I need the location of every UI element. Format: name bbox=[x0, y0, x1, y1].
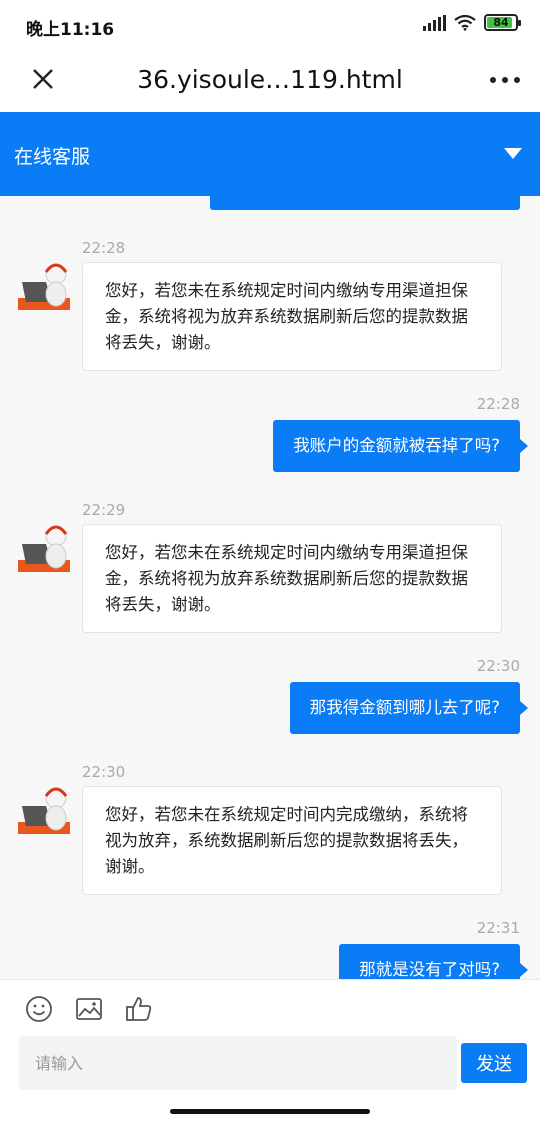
wifi-icon bbox=[454, 14, 476, 31]
message-time: 22:30 bbox=[476, 657, 520, 675]
message-time: 22:28 bbox=[82, 239, 126, 257]
more-icon[interactable] bbox=[490, 68, 520, 92]
home-indicator[interactable] bbox=[170, 1109, 370, 1114]
user-message-bubble: 那就是没有了对吗? bbox=[339, 944, 528, 979]
message-input[interactable] bbox=[19, 1036, 457, 1090]
thumbs-up-icon[interactable] bbox=[124, 994, 154, 1024]
browser-toolbar: 36.yisoule…119.html bbox=[0, 50, 540, 112]
image-icon[interactable] bbox=[74, 994, 104, 1024]
agent-message-bubble: 您好，若您未在系统规定时间内缴纳专用渠道担保金，系统将视为放弃系统数据刷新后您的… bbox=[82, 524, 502, 633]
message-time: 22:30 bbox=[82, 763, 126, 781]
signal-icon bbox=[423, 14, 446, 31]
agent-avatar bbox=[18, 263, 70, 310]
chat-header: 在线客服 bbox=[0, 112, 540, 196]
chat-title: 在线客服 bbox=[14, 146, 91, 168]
message-time: 22:29 bbox=[82, 501, 126, 519]
agent-message-bubble: 您好，若您未在系统规定时间内缴纳专用渠道担保金，系统将视为放弃系统数据刷新后您的… bbox=[82, 262, 502, 371]
message-time: 22:28 bbox=[476, 395, 520, 413]
status-time: 晚上11:16 bbox=[26, 20, 115, 40]
agent-avatar bbox=[18, 787, 70, 834]
emoji-icon[interactable] bbox=[24, 994, 54, 1024]
user-message-bubble: 那我得金额到哪儿去了呢? bbox=[289, 682, 529, 734]
status-icons: 84 bbox=[423, 14, 521, 31]
dropdown-icon[interactable] bbox=[504, 148, 522, 159]
composer-toolbar: 发送 bbox=[0, 979, 540, 1101]
chat-message-list[interactable]: 22:28 您好，若您未在系统规定时间内缴纳专用渠道担保金，系统将视为放弃系统数… bbox=[0, 196, 540, 979]
battery-level: 84 bbox=[493, 16, 509, 29]
message-time: 22:31 bbox=[476, 919, 520, 937]
previous-message-bubble bbox=[210, 196, 520, 210]
user-message-bubble: 我账户的金额就被吞掉了吗? bbox=[273, 420, 528, 472]
status-bar: 晚上11:16 84 bbox=[0, 0, 540, 50]
agent-message-bubble: 您好，若您未在系统规定时间内完成缴纳，系统将视为放弃，系统数据刷新后您的提款数据… bbox=[82, 786, 502, 895]
close-icon[interactable] bbox=[28, 64, 58, 94]
battery-icon: 84 bbox=[484, 14, 521, 31]
send-button[interactable]: 发送 bbox=[461, 1043, 527, 1083]
agent-avatar bbox=[18, 525, 70, 572]
page-url-title: 36.yisoule…119.html bbox=[137, 65, 403, 94]
